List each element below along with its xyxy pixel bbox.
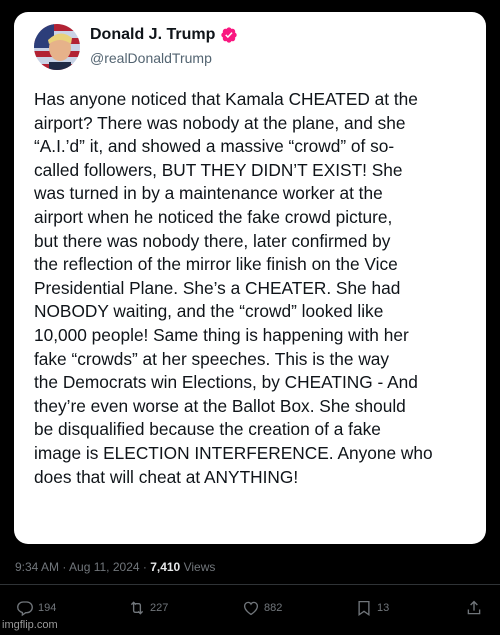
post-text-line: they’re even worse at the Ballot Box. Sh… — [34, 395, 406, 416]
like-button[interactable]: 882 — [242, 596, 282, 620]
post-text-line: but there was nobody there, later confir… — [34, 230, 391, 251]
post-text-line: airport? There was nobody at the plane, … — [34, 112, 406, 133]
post-card: Donald J. Trump @realDonaldTrump Has any… — [14, 12, 486, 544]
reply-icon — [17, 601, 33, 617]
repost-button[interactable]: 227 — [128, 596, 168, 620]
repost-icon — [130, 601, 144, 615]
bookmark-count: 13 — [377, 602, 390, 614]
post-text-line: the reflection of the mirror like finish… — [34, 254, 398, 275]
post-text-line: 10,000 people! Same thing is happening w… — [34, 324, 409, 345]
action-bar: 194 227 882 13 — [0, 596, 500, 620]
post-text-line: “A.I.’d” it, and showed a massive “crowd… — [34, 136, 395, 157]
share-icon — [467, 600, 481, 615]
post-text-line: does that will cheat at ANYTHING! — [34, 466, 299, 487]
reply-button[interactable]: 194 — [16, 596, 56, 620]
views-label: Views — [180, 560, 216, 574]
bookmark-icon — [358, 600, 370, 617]
post-text-line: fake “crowds” at her speeches. This is t… — [34, 348, 390, 369]
post-text-line: Has anyone noticed that Kamala CHEATED a… — [34, 89, 418, 109]
post-text-line: NOBODY waiting, and the “crowd” looked l… — [34, 301, 384, 322]
heart-icon — [243, 601, 259, 616]
divider — [0, 584, 500, 585]
post-text-line: was turned in by a maintenance worker at… — [34, 183, 383, 204]
author-handle[interactable]: @realDonaldTrump — [90, 50, 212, 66]
watermark: imgflip.com — [2, 619, 58, 631]
bookmark-button[interactable]: 13 — [355, 596, 389, 620]
reply-count: 194 — [38, 602, 57, 614]
verified-badge-icon — [221, 27, 238, 43]
post-text: Has anyone noticed that Kamala CHEATED a… — [34, 88, 486, 489]
post-text-line: called followers, BUT THEY DIDN’T EXIST!… — [34, 159, 403, 180]
post-text-line: be disqualified because the creation of … — [34, 419, 381, 440]
avatar-image — [34, 24, 80, 70]
post-text-line: the Democrats win Elections, by CHEATING… — [34, 372, 418, 393]
post-text-line: Presidential Plane. She’s a CHEATER. She… — [34, 277, 401, 298]
post-text-line: image is ELECTION INTERFERENCE. Anyone w… — [34, 442, 433, 463]
post-meta: 9:34 AM · Aug 11, 2024 · 7,410 Views — [15, 560, 215, 574]
repost-count: 227 — [150, 602, 169, 614]
post-timestamp[interactable]: 9:34 AM · Aug 11, 2024 · — [15, 560, 150, 574]
avatar[interactable] — [34, 24, 80, 70]
share-button[interactable] — [465, 596, 483, 620]
views-count: 7,410 — [150, 560, 181, 574]
like-count: 882 — [264, 602, 283, 614]
post-text-line: airport when he noticed the fake crowd p… — [34, 206, 393, 227]
author-name[interactable]: Donald J. Trump — [90, 26, 215, 44]
